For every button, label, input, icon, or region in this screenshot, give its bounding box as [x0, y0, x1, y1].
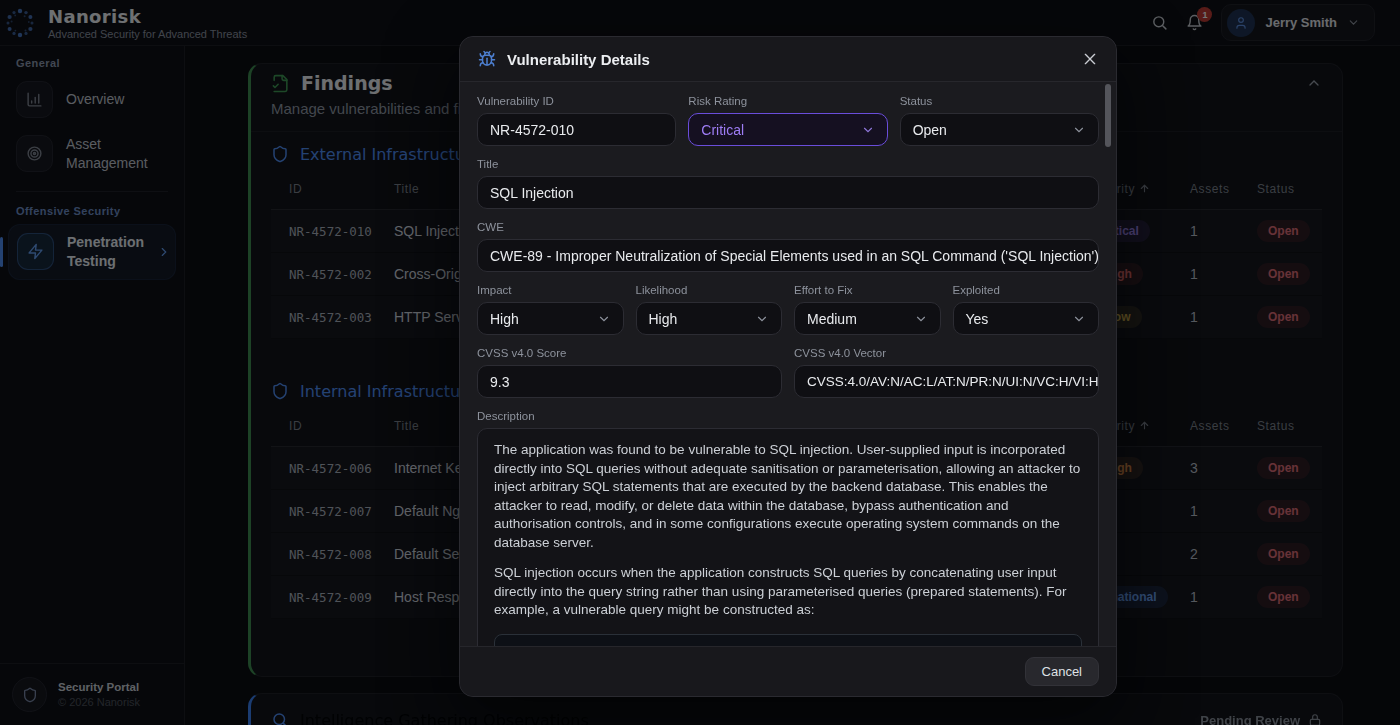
field-label: Status — [900, 95, 1099, 107]
cvss-score-input[interactable]: 9.3 — [477, 365, 782, 398]
chevron-down-icon — [914, 312, 928, 326]
chevron-down-icon — [597, 312, 611, 326]
field-label: Effort to Fix — [794, 284, 941, 296]
field-label: Title — [477, 158, 1099, 170]
field-label: CVSS v4.0 Vector — [794, 347, 1099, 359]
cwe-input[interactable]: CWE-89 - Improper Neutralization of Spec… — [477, 239, 1099, 272]
cvss-vector-input[interactable]: CVSS:4.0/AV:N/AC:L/AT:N/PR:N/UI:N/VC:H/V… — [794, 365, 1099, 398]
modal-scrollbar[interactable] — [1105, 84, 1111, 147]
field-label: Risk Rating — [688, 95, 887, 107]
close-icon[interactable] — [1082, 51, 1098, 67]
field-label: Impact — [477, 284, 624, 296]
description-paragraph: The application was found to be vulnerab… — [494, 441, 1082, 552]
title-input[interactable]: SQL Injection — [477, 176, 1099, 209]
field-label: Description — [477, 410, 1099, 422]
field-label: Exploited — [953, 284, 1100, 296]
field-label: Likelihood — [636, 284, 783, 296]
chevron-down-icon — [1072, 123, 1086, 137]
status-select[interactable]: Open — [900, 113, 1099, 146]
description-textarea[interactable]: The application was found to be vulnerab… — [477, 428, 1099, 646]
impact-select[interactable]: High — [477, 302, 624, 335]
cancel-button[interactable]: Cancel — [1025, 657, 1099, 686]
vulnerability-id-input[interactable]: NR-4572-010 — [477, 113, 676, 146]
field-label: CVSS v4.0 Score — [477, 347, 782, 359]
field-label: CWE — [477, 221, 1099, 233]
bug-icon — [478, 50, 496, 68]
exploited-select[interactable]: Yes — [953, 302, 1100, 335]
code-block — [494, 634, 1082, 647]
description-paragraph: SQL injection occurs when the applicatio… — [494, 564, 1082, 620]
modal-body: Vulnerability ID NR-4572-010 Risk Rating… — [460, 82, 1116, 646]
modal-title: Vulnerability Details — [507, 51, 650, 68]
effort-to-fix-select[interactable]: Medium — [794, 302, 941, 335]
modal-footer: Cancel — [460, 646, 1116, 696]
likelihood-select[interactable]: High — [636, 302, 783, 335]
risk-rating-select[interactable]: Critical — [688, 113, 887, 146]
chevron-down-icon — [861, 123, 875, 137]
field-label: Vulnerability ID — [477, 95, 676, 107]
chevron-down-icon — [755, 312, 769, 326]
vulnerability-details-modal: Vulnerability Details Vulnerability ID N… — [459, 36, 1117, 697]
chevron-down-icon — [1072, 312, 1086, 326]
